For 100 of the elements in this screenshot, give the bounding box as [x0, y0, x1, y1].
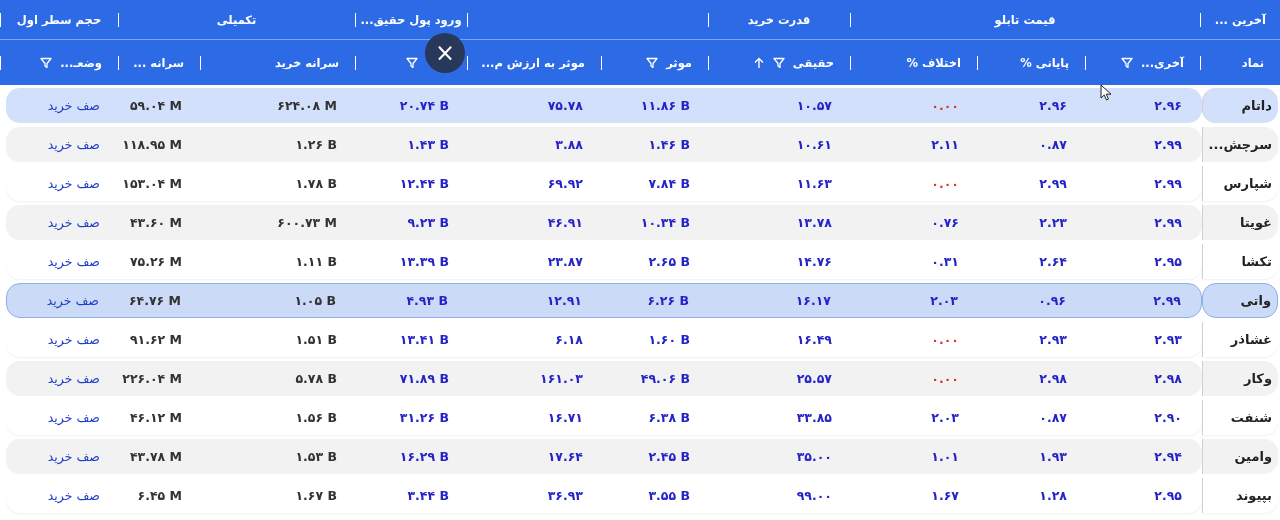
table-cell: ۱.۴۳ B — [407, 137, 449, 152]
table-cell: ۱.۵۶ B — [295, 410, 337, 425]
table-cell: ۲.۹۵ — [1154, 488, 1182, 503]
status-text[interactable]: صف خرید — [47, 215, 100, 230]
symbol-cell[interactable]: شنفت — [1202, 400, 1278, 435]
table-cell: ۱۷.۶۴ — [547, 449, 583, 464]
table-cell: ۰.۰۰ — [931, 371, 959, 386]
table-cell: ۲.۲۳ — [1039, 215, 1067, 230]
status-text[interactable]: صف خرید — [47, 137, 100, 152]
table-cell: ۱۱۸.۹۵ M — [122, 137, 182, 152]
table-cell: ۴.۹۳ B — [406, 293, 448, 308]
table-cell: ۷۵.۲۶ M — [129, 254, 182, 269]
column-header[interactable]: موثر به ارزش م... — [481, 55, 585, 70]
table-cell: ۴۶.۹۱ — [547, 215, 583, 230]
symbol-cell[interactable]: بپیوند — [1202, 478, 1278, 513]
status-text[interactable]: صف خرید — [47, 254, 100, 269]
table-row[interactable]: ۲.۹۴ ۱.۹۳ ۱.۰۱ ۳۵.۰۰ ۲.۴۵ B ۱۷.۶۴ ۱۶.۲۹ B ۱.۵۳ B ۴۳.۷۸ M صف خرید — [6, 439, 1202, 474]
table-cell: ۱.۶۰ B — [648, 332, 690, 347]
table-cell: ۲.۰۳ — [930, 293, 958, 308]
table-cell: ۲.۹۹ — [1039, 176, 1067, 191]
group-header: تکمیلی — [216, 12, 257, 27]
group-header: ورود پول حقیق... — [360, 12, 462, 27]
table-cell: ۱.۴۶ B — [648, 137, 690, 152]
status-text[interactable]: صف خرید — [47, 410, 100, 425]
symbol-cell[interactable]: داتام — [1202, 88, 1278, 123]
group-header: قیمت تابلو — [994, 12, 1056, 27]
table-cell: ۱۶.۱۷ — [795, 293, 831, 308]
table-cell: ۰.۰۰ — [931, 332, 959, 347]
table-cell: ۷۱.۸۹ B — [399, 371, 449, 386]
table-cell: ۲.۱۱ — [931, 137, 959, 152]
column-header[interactable]: سرانه ... — [133, 55, 184, 70]
group-header: حجم سطر اول — [16, 12, 102, 27]
table-cell: ۳۳.۸۵ — [796, 410, 832, 425]
column-header[interactable]: پایانی % — [1020, 55, 1069, 70]
column-header[interactable]: سرانه خرید — [274, 55, 339, 70]
status-text[interactable]: صف خرید — [47, 332, 100, 347]
column-header[interactable]: وضعـ... — [60, 55, 102, 70]
table-cell: ۶.۳۸ B — [648, 410, 690, 425]
table-cell: ۱۲.۴۴ B — [399, 176, 449, 191]
table-cell: ۲.۹۸ — [1039, 371, 1067, 386]
status-text[interactable]: صف خرید — [47, 449, 100, 464]
table-cell: ۲.۹۵ — [1154, 254, 1182, 269]
table-cell: ۴۶.۱۲ M — [129, 410, 182, 425]
table-cell: ۱۰.۵۷ — [796, 98, 832, 113]
status-text[interactable]: صف خرید — [47, 98, 100, 113]
symbol-cell[interactable]: سرچش... — [1202, 127, 1278, 162]
column-header[interactable]: آخری... — [1140, 55, 1184, 70]
table-row[interactable]: ۲.۹۸ ۲.۹۸ ۰.۰۰ ۲۵.۵۷ ۴۹.۰۶ B ۱۶۱.۰۳ ۷۱.۸۹ B ۵.۷۸ B ۲۲۶.۰۴ M صف خرید — [6, 361, 1202, 396]
table-cell: ۲.۹۶ — [1039, 98, 1067, 113]
column-header[interactable]: حقیقی — [792, 55, 834, 70]
table-row[interactable]: ۲.۹۵ ۲.۶۴ ۰.۳۱ ۱۴.۷۶ ۲.۶۵ B ۲۳.۸۷ ۱۳.۳۹ B ۱.۱۱ B ۷۵.۲۶ M صف خرید — [6, 244, 1202, 279]
status-text[interactable]: صف خرید — [46, 293, 99, 308]
table-cell: ۱.۰۱ — [931, 449, 959, 464]
table-row[interactable]: ۲.۹۳ ۲.۹۳ ۰.۰۰ ۱۶.۴۹ ۱.۶۰ B ۶.۱۸ ۱۳.۴۱ B ۱.۵۱ B ۹۱.۶۲ M صف خرید — [6, 322, 1202, 357]
table-cell: ۰.۸۷ — [1039, 137, 1067, 152]
table-cell: ۱۳.۳۹ B — [399, 254, 449, 269]
table-row[interactable]: ۲.۹۹ ۰.۹۶ ۲.۰۳ ۱۶.۱۷ ۶.۲۶ B ۱۲.۹۱ ۴.۹۳ B ۱.۰۵ B ۶۴.۷۶ M صف خرید — [6, 283, 1202, 318]
column-header[interactable]: اختلاف % — [906, 55, 961, 70]
table-cell: ۴۳.۷۸ M — [129, 449, 182, 464]
table-cell: ۳.۸۸ — [555, 137, 583, 152]
table-row[interactable]: ۲.۹۹ ۲.۹۹ ۰.۰۰ ۱۱.۶۳ ۷.۸۴ B ۶۹.۹۲ ۱۲.۴۴ B ۱.۷۸ B ۱۵۳.۰۴ M صف خرید — [6, 166, 1202, 201]
group-header: قدرت خرید — [747, 12, 811, 27]
table-cell: ۱۶۱.۰۳ — [540, 371, 583, 386]
table-row[interactable]: ۲.۹۶ ۲.۹۶ ۰.۰۰ ۱۰.۵۷ ۱۱.۸۶ B ۷۵.۷۸ ۲۰.۷۴ B ۶۲۴.۰۸ M ۵۹.۰۴ M صف خرید — [6, 88, 1202, 123]
symbol-cell[interactable]: تکشا — [1202, 244, 1278, 279]
table-cell: ۱۶.۷۱ — [547, 410, 583, 425]
status-text[interactable]: صف خرید — [47, 176, 100, 191]
table-row[interactable]: ۲.۹۰ ۰.۸۷ ۲.۰۳ ۳۳.۸۵ ۶.۳۸ B ۱۶.۷۱ ۳۱.۲۶ B ۱.۵۶ B ۴۶.۱۲ M صف خرید — [6, 400, 1202, 435]
status-text[interactable]: صف خرید — [47, 371, 100, 386]
status-text[interactable]: صف خرید — [47, 488, 100, 503]
table-cell: ۹.۲۳ B — [407, 215, 449, 230]
symbol-cell[interactable]: وکار — [1202, 361, 1278, 396]
table-cell: ۰.۳۱ — [931, 254, 959, 269]
column-header[interactable]: نماد — [1241, 55, 1264, 70]
table-cell: ۱.۵۱ B — [295, 332, 337, 347]
table-row[interactable]: ۲.۹۹ ۰.۸۷ ۲.۱۱ ۱۰.۶۱ ۱.۴۶ B ۳.۸۸ ۱.۴۳ B ۱.۲۶ B ۱۱۸.۹۵ M صف خرید — [6, 127, 1202, 162]
table-row[interactable]: ۲.۹۹ ۲.۲۳ ۰.۷۶ ۱۳.۷۸ ۱۰.۳۴ B ۴۶.۹۱ ۹.۲۳ B ۶۰۰.۷۳ M ۴۳.۶۰ M صف خرید — [6, 205, 1202, 240]
table-cell: ۶.۱۸ — [555, 332, 583, 347]
table-cell: ۱.۲۶ B — [295, 137, 337, 152]
table-cell: ۲۲۶.۰۴ M — [122, 371, 182, 386]
table-cell: ۵۹.۰۴ M — [129, 98, 182, 113]
symbol-cell[interactable]: وامین — [1202, 439, 1278, 474]
table-cell: ۴۹.۰۶ B — [640, 371, 690, 386]
table-cell: ۵.۷۸ B — [295, 371, 337, 386]
symbol-cell[interactable]: غشاذر — [1202, 322, 1278, 357]
table-cell: ۶۹.۹۲ — [547, 176, 583, 191]
table-cell: ۱.۷۸ B — [295, 176, 337, 191]
table-cell: ۱.۲۸ — [1039, 488, 1067, 503]
table-cell: ۶۲۴.۰۸ M — [277, 98, 337, 113]
symbol-cell[interactable]: شپارس — [1202, 166, 1278, 201]
table-row[interactable]: ۲.۹۵ ۱.۲۸ ۱.۶۷ ۹۹.۰۰ ۳.۵۵ B ۳۶.۹۳ ۳.۴۴ B ۱.۶۷ B ۶.۴۵ M صف خرید — [6, 478, 1202, 513]
table-cell: ۷.۸۴ B — [648, 176, 690, 191]
table-cell: ۱.۵۳ B — [295, 449, 337, 464]
symbol-cell[interactable]: واتی — [1202, 283, 1278, 318]
table-cell: ۱.۶۷ B — [295, 488, 337, 503]
table-cell: ۰.۰۰ — [931, 176, 959, 191]
column-header[interactable]: موثر — [666, 55, 692, 70]
table-cell: ۰.۰۰ — [931, 98, 959, 113]
table-cell: ۹۹.۰۰ — [796, 488, 832, 503]
symbol-cell[interactable]: غویتا — [1202, 205, 1278, 240]
